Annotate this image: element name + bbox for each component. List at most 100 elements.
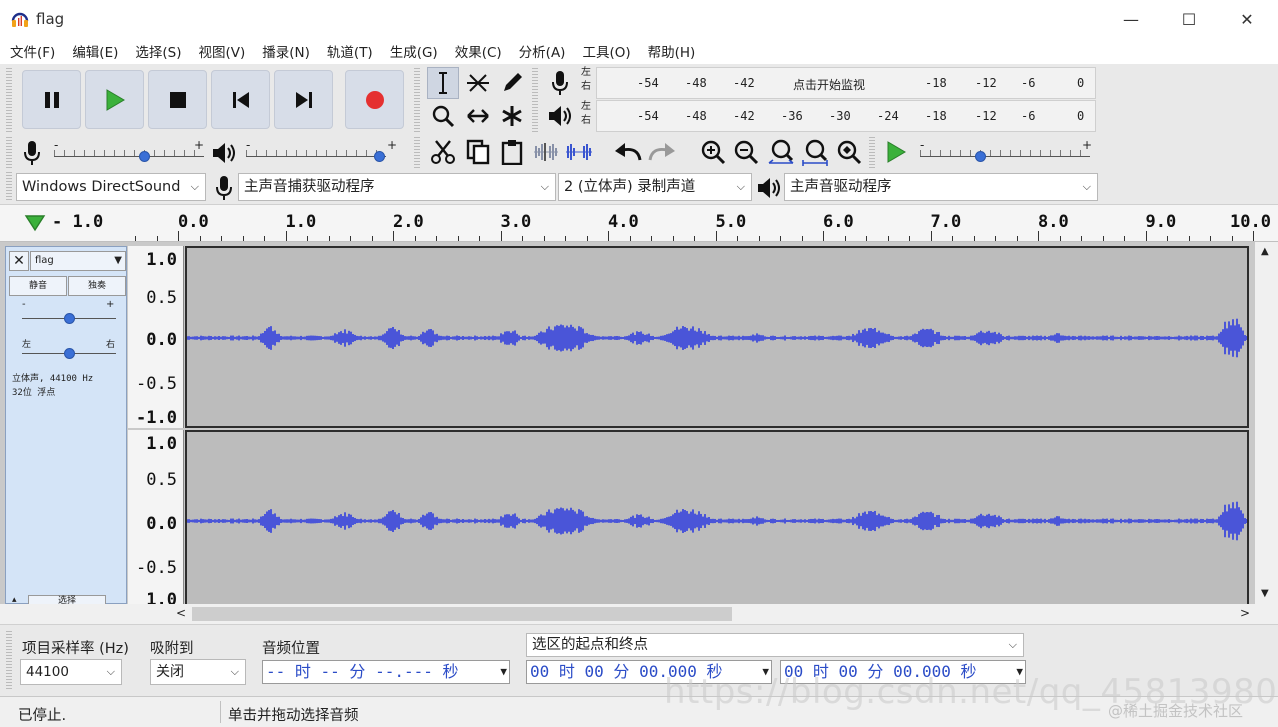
record-meter-button[interactable] bbox=[544, 67, 576, 99]
tools-grip[interactable] bbox=[414, 68, 420, 134]
play-device-select[interactable]: 主声音驱动程序 ⌵ bbox=[784, 173, 1098, 201]
audio-host-select[interactable]: Windows DirectSound ⌵ bbox=[16, 173, 206, 201]
record-device-select[interactable]: 主声音捕获驱动程序 ⌵ bbox=[238, 173, 556, 201]
track-name-menu[interactable]: flag ▼ bbox=[30, 251, 126, 271]
left-channel-waveform[interactable] bbox=[185, 246, 1249, 428]
scale-label: 0.0 bbox=[146, 514, 177, 534]
ruler-tick bbox=[758, 236, 760, 241]
undo-button[interactable] bbox=[612, 136, 644, 168]
zoom-out-button[interactable] bbox=[730, 136, 762, 168]
paste-button[interactable] bbox=[496, 136, 528, 168]
play-volume-slider[interactable] bbox=[374, 151, 385, 162]
record-channels-select[interactable]: 2 (立体声) 录制声道 ⌵ bbox=[558, 173, 752, 201]
chevron-down-icon: ⌵ bbox=[230, 665, 239, 678]
selection-tool-button[interactable] bbox=[427, 67, 459, 99]
snap-to-select[interactable]: 关闭 ⌵ bbox=[150, 659, 246, 685]
menu-file[interactable]: 文件(F) bbox=[10, 41, 55, 61]
fit-selection-button[interactable] bbox=[765, 136, 797, 168]
multi-tool-button[interactable] bbox=[496, 100, 528, 132]
menu-select[interactable]: 选择(S) bbox=[135, 41, 181, 61]
menu-analyze[interactable]: 分析(A) bbox=[519, 41, 566, 61]
ruler-tick bbox=[780, 236, 781, 241]
time-shift-tool-button[interactable] bbox=[462, 100, 494, 132]
vertical-scrollbar[interactable]: ▲ ▼ bbox=[1255, 242, 1278, 604]
redo-button[interactable] bbox=[646, 136, 678, 168]
stop-button[interactable] bbox=[148, 70, 207, 129]
trim-audio-icon bbox=[534, 143, 558, 161]
zoom-in-button[interactable] bbox=[697, 136, 729, 168]
meter-tick: -12 bbox=[975, 76, 997, 90]
audio-position-field[interactable]: -- 时 -- 分 --.--- 秒 ▼ bbox=[262, 660, 510, 684]
skip-to-start-button[interactable] bbox=[211, 70, 270, 129]
scroll-up-icon[interactable]: ▲ bbox=[1261, 246, 1269, 257]
transport-grip[interactable] bbox=[6, 68, 12, 134]
scroll-right-icon[interactable]: > bbox=[1240, 606, 1250, 620]
bottom-channel-scale: 1.0 0.5 0.0 -0.5 1.0 bbox=[128, 430, 184, 610]
right-channel-waveform[interactable] bbox=[185, 430, 1249, 610]
horizontal-scrollbar[interactable]: < > bbox=[0, 604, 1278, 624]
pin-playhead-icon[interactable] bbox=[24, 213, 46, 233]
menu-transport[interactable]: 播录(N) bbox=[262, 41, 310, 61]
silence-button[interactable] bbox=[563, 136, 595, 168]
scroll-down-icon[interactable]: ▼ bbox=[1261, 588, 1269, 599]
record-meter[interactable]: -54 -48 -42 点击开始监视 -18 -12 -6 0 bbox=[596, 67, 1096, 99]
ruler-tick bbox=[135, 236, 136, 241]
ruler-tick bbox=[995, 236, 996, 241]
play-meter-button[interactable] bbox=[544, 100, 576, 132]
ruler-label: 7.0 bbox=[930, 212, 962, 232]
close-window-button[interactable]: ✕ bbox=[1218, 0, 1276, 38]
play-meter[interactable]: -54 -48 -42 -36 -30 -24 -18 -12 -6 0 bbox=[596, 100, 1096, 132]
record-volume-slider[interactable] bbox=[139, 151, 150, 162]
menu-effect[interactable]: 效果(C) bbox=[455, 41, 502, 61]
fit-project-button[interactable] bbox=[799, 136, 831, 168]
menu-edit[interactable]: 编辑(E) bbox=[72, 41, 118, 61]
scroll-left-icon[interactable]: < bbox=[176, 606, 186, 620]
pan-slider[interactable] bbox=[64, 348, 75, 359]
device-grip[interactable] bbox=[6, 172, 12, 202]
trim-button[interactable] bbox=[530, 136, 562, 168]
ruler-tick bbox=[844, 236, 846, 241]
meter-grip[interactable] bbox=[532, 68, 538, 134]
copy-button[interactable] bbox=[462, 136, 494, 168]
edit-grip[interactable] bbox=[414, 137, 420, 169]
speed-slider[interactable] bbox=[974, 151, 986, 162]
zoom-toggle-button[interactable] bbox=[833, 136, 865, 168]
project-rate-select[interactable]: 44100 ⌵ bbox=[20, 659, 122, 685]
ruler-tick bbox=[608, 231, 609, 241]
menu-help[interactable]: 帮助(H) bbox=[648, 41, 696, 61]
ruler-label: 6.0 bbox=[823, 212, 854, 232]
play-at-speed-button[interactable] bbox=[880, 136, 912, 168]
ruler-tick bbox=[586, 236, 588, 241]
timeline-ruler[interactable]: - 1.0 0.0 1.0 2.0 3.0 4.0 5.0 6.0 7.0 8.0 9.0 10.0 bbox=[0, 204, 1278, 242]
mute-button[interactable]: 静音 bbox=[9, 276, 67, 296]
solo-button[interactable]: 独奏 bbox=[68, 276, 126, 296]
ruler-tick bbox=[1124, 236, 1125, 241]
zoom-fit-selection-icon bbox=[768, 139, 794, 164]
scroll-thumb[interactable] bbox=[192, 607, 732, 621]
cut-button[interactable] bbox=[427, 136, 459, 168]
play-button[interactable] bbox=[85, 70, 144, 129]
menu-tools[interactable]: 工具(O) bbox=[582, 41, 630, 61]
maximize-button[interactable]: ☐ bbox=[1160, 0, 1218, 38]
chevron-down-icon: ⌵ bbox=[540, 180, 549, 193]
ruler-tick bbox=[909, 236, 910, 241]
track-area: ✕ flag ▼ 静音 独奏 - + 左 右 立体声, 44100 Hz 32位… bbox=[0, 242, 1278, 610]
toolbar-area: 左右 -54 -48 -42 点击开始监视 -18 -12 -6 0 左右 -54 -48 -42… bbox=[0, 64, 1278, 204]
record-button[interactable] bbox=[345, 70, 404, 129]
skip-to-end-button[interactable] bbox=[274, 70, 333, 129]
mixer-grip[interactable] bbox=[6, 137, 12, 169]
play-at-speed-grip[interactable] bbox=[869, 137, 875, 169]
minimize-button[interactable]: — bbox=[1102, 0, 1160, 38]
menu-tracks[interactable]: 轨道(T) bbox=[327, 41, 373, 61]
menu-generate[interactable]: 生成(G) bbox=[390, 41, 438, 61]
scale-label: 0.5 bbox=[146, 470, 177, 490]
menu-view[interactable]: 视图(V) bbox=[199, 41, 246, 61]
zoom-tool-button[interactable] bbox=[427, 100, 459, 132]
pause-button[interactable] bbox=[22, 70, 81, 129]
selection-mode-select[interactable]: 选区的起点和终点 ⌵ bbox=[526, 633, 1024, 657]
gain-slider[interactable] bbox=[64, 313, 75, 324]
draw-tool-button[interactable] bbox=[496, 67, 528, 99]
envelope-tool-button[interactable] bbox=[462, 67, 494, 99]
selection-grip[interactable] bbox=[6, 631, 12, 689]
track-close-button[interactable]: ✕ bbox=[9, 251, 29, 271]
